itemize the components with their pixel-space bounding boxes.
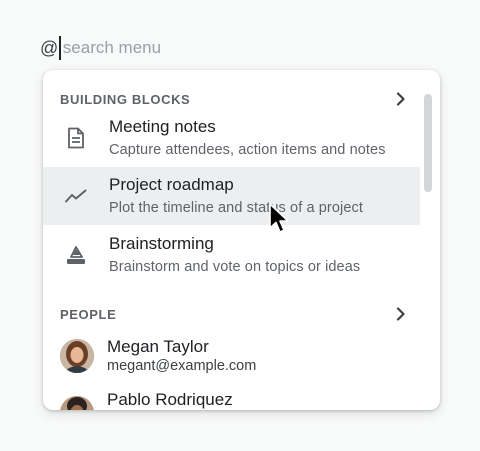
document-icon [43, 109, 109, 167]
section-header-people[interactable]: PEOPLE [43, 302, 420, 326]
person-name: Megan Taylor [107, 337, 209, 356]
person-email: megant@example.com [107, 358, 257, 374]
item-title: Brainstorming [109, 234, 214, 253]
mouse-cursor-icon [269, 203, 289, 233]
mention-menu: BUILDING BLOCKS Meeting notes Capture at… [43, 70, 440, 410]
search-input[interactable] [62, 38, 283, 58]
item-description: Capture attendees, action items and note… [109, 142, 386, 158]
eraser-icon [43, 226, 109, 284]
scrollbar[interactable] [424, 94, 432, 192]
person-name: Pablo Rodriquez [107, 390, 233, 409]
avatar [60, 339, 94, 373]
item-title: Project roadmap [109, 175, 234, 194]
item-title: Meeting notes [109, 117, 216, 136]
avatar [60, 396, 94, 410]
menu-item-brainstorming[interactable]: Brainstorming Brainstorm and vote on top… [43, 226, 420, 284]
section-header-building-blocks[interactable]: BUILDING BLOCKS [43, 87, 420, 111]
search-row[interactable]: @ [40, 34, 283, 62]
person-item-megan-taylor[interactable]: Megan Taylor megant@example.com [43, 332, 420, 380]
mention-prefix: @ [40, 37, 59, 58]
section-title: BUILDING BLOCKS [60, 91, 191, 107]
chevron-right-icon[interactable] [392, 90, 410, 108]
text-caret [59, 36, 61, 60]
menu-item-project-roadmap[interactable]: Project roadmap Plot the timeline and st… [43, 167, 420, 225]
item-description: Brainstorm and vote on topics or ideas [109, 259, 361, 275]
chevron-right-icon[interactable] [392, 305, 410, 323]
menu-item-meeting-notes[interactable]: Meeting notes Capture attendees, action … [43, 109, 420, 167]
item-description: Plot the timeline and status of a projec… [109, 200, 363, 216]
trend-line-icon [43, 167, 109, 225]
section-title: PEOPLE [60, 306, 117, 322]
person-item-pablo-rodriquez[interactable]: Pablo Rodriquez [43, 385, 420, 410]
